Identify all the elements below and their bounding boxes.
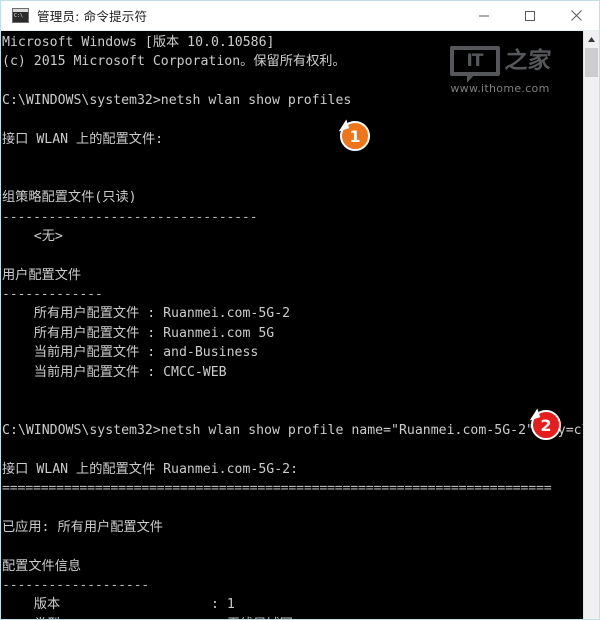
console-line: 组策略配置文件(只读) [2,190,137,206]
console-output[interactable]: Microsoft Windows [版本 10.0.10586] (c) 201… [1,31,583,619]
title-bar[interactable]: 管理员: 命令提示符 [1,1,599,31]
console-line: 当前用户配置文件 : CMCC-WEB [2,364,227,380]
window-title: 管理员: 命令提示符 [37,9,148,24]
console-line: 所有用户配置文件 : Ruanmei.com 5G [2,325,275,341]
vertical-scrollbar[interactable] [583,31,599,619]
annotation-badge-2-label: 2 [540,415,552,435]
command-prompt-window: 管理员: 命令提示符 Microsoft Windows [版本 10 [0,0,600,620]
console-line: Microsoft Windows [版本 10.0.10586] [2,35,275,50]
console-line: ------------- [2,287,103,303]
annotation-badge-1: 1 [340,121,370,151]
console-icon [12,8,29,23]
console-line: 用户配置文件 [2,267,82,283]
console-line: 当前用户配置文件 : and-Business [2,345,259,361]
console-line: --------------------------------- [2,209,258,225]
console-line: ------------------- [2,577,150,593]
close-button[interactable] [553,1,599,31]
console-line: 接口 WLAN 上的配置文件 Ruanmei.com-5G-2: [2,461,299,477]
scroll-up-icon[interactable] [584,31,599,48]
console-line: 配置文件信息 [2,558,82,574]
annotation-badge-2: 2 [531,410,561,440]
console-line: 接口 WLAN 上的配置文件: [2,131,164,147]
minimize-button[interactable] [461,1,507,31]
console-line: (c) 2015 Microsoft Corporation。保留所有权利。 [2,54,346,70]
window-controls [461,1,599,31]
console-line: 类型 : 无线局域网 [2,615,583,619]
console-line: <无> [2,228,63,244]
console-line: C:\WINDOWS\system32>netsh wlan show prof… [2,93,352,109]
console-line: 已应用: 所有用户配置文件 [2,519,163,535]
console-body[interactable]: Microsoft Windows [版本 10.0.10586] (c) 201… [1,31,599,619]
annotation-badge-1-label: 1 [349,126,361,146]
scrollbar-thumb[interactable] [585,48,598,77]
console-line: 版本 : 1 [2,597,235,613]
maximize-button[interactable] [507,1,553,31]
console-line: C:\WINDOWS\system32>netsh wlan show prof… [2,422,583,438]
console-line: ========================================… [2,480,552,496]
console-line: 所有用户配置文件 : Ruanmei.com-5G-2 [2,306,291,322]
